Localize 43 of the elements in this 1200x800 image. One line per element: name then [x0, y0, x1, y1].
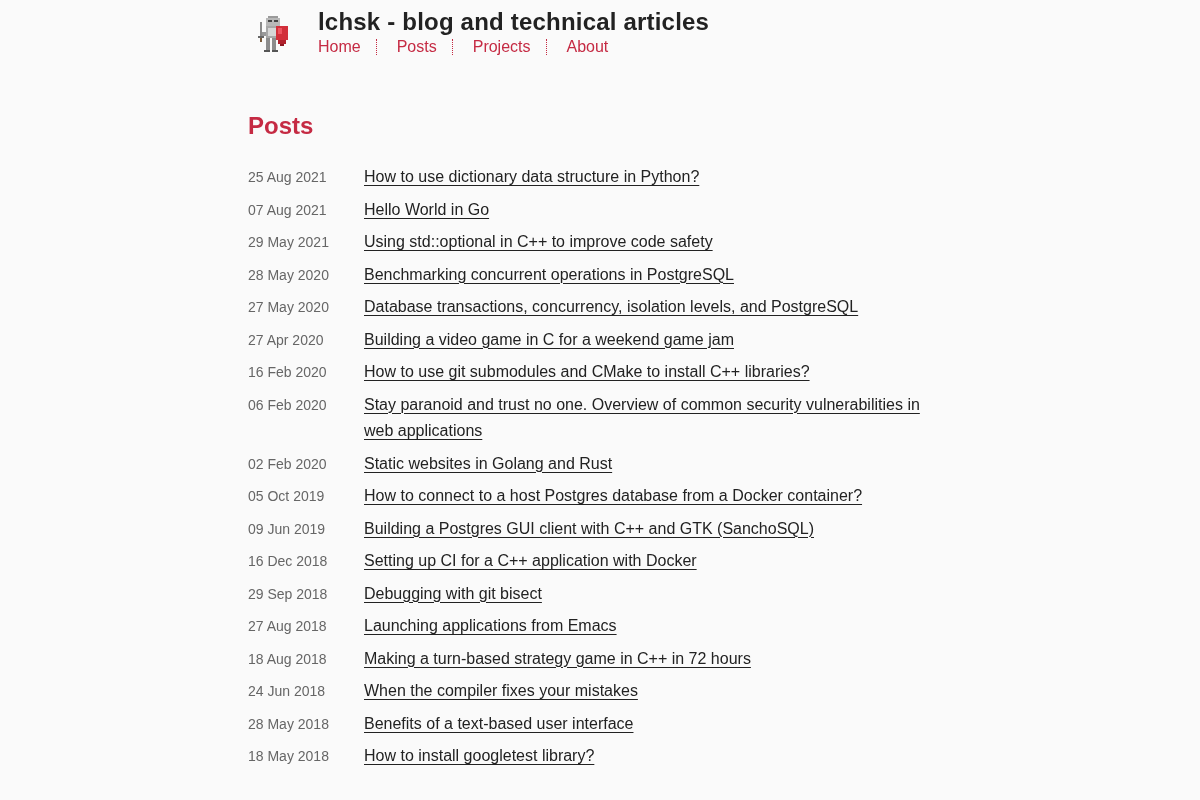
post-date: 28 May 2020 [248, 265, 330, 285]
post-date: 18 Aug 2018 [248, 649, 328, 669]
post-link[interactable]: Using std::optional in C++ to improve code safety [364, 229, 713, 256]
post-date: 06 Feb 2020 [248, 395, 328, 415]
post-date: 29 May 2021 [248, 233, 330, 252]
post-date: 05 Oct 2019 [248, 487, 326, 506]
post-date: 28 May 2018 [248, 714, 330, 734]
post-link[interactable]: How to install googletest library? [364, 743, 595, 770]
post-date: 29 Sep 2018 [248, 584, 329, 604]
site-title: lchsk - blog and technical articles [318, 8, 710, 36]
post-link[interactable]: Building a video game in C for a weekend game jam [364, 326, 734, 353]
post-date: 27 Apr 2020 [248, 330, 325, 350]
post-link[interactable]: Hello World in Go [364, 196, 490, 223]
post-date: 25 Aug 2021 [248, 168, 328, 187]
post-link[interactable]: How to use dictionary data structure in Python? [364, 164, 700, 191]
post-date: 07 Aug 2021 [248, 200, 328, 220]
post-link[interactable]: How to use git submodules and CMake to install C++ libraries? [364, 359, 810, 386]
post-link[interactable]: Debugging with git bisect [364, 580, 542, 607]
page-heading: Posts [248, 112, 315, 140]
post-date: 16 Feb 2020 [248, 363, 328, 382]
nav-link[interactable]: Posts [396, 36, 437, 58]
post-link[interactable]: Database transactions, concurrency, isolation levels, and PostgreSQL [364, 294, 859, 321]
nav-link[interactable]: About [566, 36, 609, 58]
knight-logo [258, 16, 290, 52]
post-link[interactable]: How to connect to a host Postgres database from a Docker container? [364, 483, 863, 510]
post-link[interactable]: Stay paranoid and trust no one. Overview of common security vulnerabilities in web applications [364, 391, 952, 445]
post-link[interactable]: Building a Postgres GUI client with C++ and GTK (SanchoSQL) [364, 515, 814, 542]
post-date: 16 Dec 2018 [248, 552, 329, 571]
post-link[interactable]: Benchmarking concurrent operations in PostgreSQL [364, 261, 734, 288]
post-date: 09 Jun 2019 [248, 519, 327, 539]
nav-link[interactable]: Home [318, 36, 361, 58]
post-date: 02 Feb 2020 [248, 454, 328, 474]
post-date: 24 Jun 2018 [248, 682, 327, 701]
post-link[interactable]: When the compiler fixes your mistakes [364, 678, 638, 705]
post-date: 18 May 2018 [248, 747, 330, 766]
post-link[interactable]: Setting up CI for a C++ application with Docker [364, 548, 697, 575]
post-link[interactable]: Making a turn-based strategy game in C++ in 72 hours [364, 645, 751, 672]
post-date: 27 May 2020 [248, 298, 330, 317]
post-link[interactable]: Launching applications from Emacs [364, 613, 617, 640]
post-link[interactable]: Benefits of a text-based user interface [364, 710, 634, 737]
post-date: 27 Aug 2018 [248, 617, 328, 636]
nav-link[interactable]: Projects [472, 36, 531, 58]
post-link[interactable]: Static websites in Golang and Rust [364, 450, 613, 477]
